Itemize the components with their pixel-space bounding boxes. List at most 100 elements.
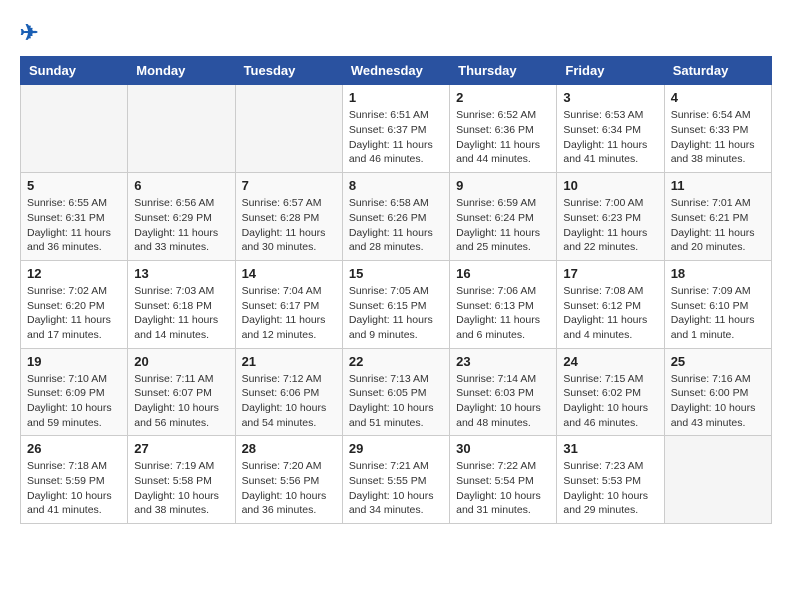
calendar-cell: 2 Sunrise: 6:52 AM Sunset: 6:36 PM Daylig… [450, 85, 557, 173]
day-number: 7 [242, 178, 336, 193]
calendar-cell: 30 Sunrise: 7:22 AM Sunset: 5:54 PM Dayli… [450, 436, 557, 524]
calendar-cell: 31 Sunrise: 7:23 AM Sunset: 5:53 PM Dayli… [557, 436, 664, 524]
calendar-cell: 23Sunrise: 7:14 AM Sunset: 6:03 PM Dayli… [450, 348, 557, 436]
day-info: Sunrise: 7:21 AM Sunset: 5:55 PM Dayligh… [349, 459, 443, 518]
calendar-week-row: 26 Sunrise: 7:18 AM Sunset: 5:59 PM Dayli… [21, 436, 772, 524]
day-number: 5 [27, 178, 121, 193]
calendar-cell: 25 Sunrise: 7:16 AM Sunset: 6:00 PM Dayli… [664, 348, 771, 436]
day-number: 18 [671, 266, 765, 281]
day-info: Sunrise: 7:00 AM Sunset: 6:23 PM Dayligh… [563, 196, 657, 255]
day-header-friday: Friday [557, 57, 664, 85]
day-number: 15 [349, 266, 443, 281]
day-number: 13 [134, 266, 228, 281]
calendar-table: SundayMondayTuesdayWednesdayThursdayFrid… [20, 56, 772, 524]
calendar-cell: 12Sunrise: 7:02 AM Sunset: 6:20 PM Dayli… [21, 260, 128, 348]
day-info: Sunrise: 6:59 AM Sunset: 6:24 PM Dayligh… [456, 196, 550, 255]
day-number: 28 [242, 441, 336, 456]
day-number: 23 [456, 354, 550, 369]
day-number: 3 [563, 90, 657, 105]
day-info: Sunrise: 7:15 AM Sunset: 6:02 PM Dayligh… [563, 372, 657, 431]
calendar-cell: 15Sunrise: 7:05 AM Sunset: 6:15 PM Dayli… [342, 260, 449, 348]
day-header-tuesday: Tuesday [235, 57, 342, 85]
day-info: Sunrise: 7:04 AM Sunset: 6:17 PM Dayligh… [242, 284, 336, 343]
day-info: Sunrise: 7:08 AM Sunset: 6:12 PM Dayligh… [563, 284, 657, 343]
day-header-saturday: Saturday [664, 57, 771, 85]
day-number: 9 [456, 178, 550, 193]
calendar-cell: 14 Sunrise: 7:04 AM Sunset: 6:17 PM Dayli… [235, 260, 342, 348]
day-number: 20 [134, 354, 228, 369]
logo: ✈ [20, 20, 38, 46]
calendar-cell [128, 85, 235, 173]
day-info: Sunrise: 7:06 AM Sunset: 6:13 PM Dayligh… [456, 284, 550, 343]
day-number: 17 [563, 266, 657, 281]
day-number: 31 [563, 441, 657, 456]
day-info: Sunrise: 6:58 AM Sunset: 6:26 PM Dayligh… [349, 196, 443, 255]
day-info: Sunrise: 6:54 AM Sunset: 6:33 PM Dayligh… [671, 108, 765, 167]
calendar-cell: 11Sunrise: 7:01 AM Sunset: 6:21 PM Dayli… [664, 173, 771, 261]
day-number: 29 [349, 441, 443, 456]
day-info: Sunrise: 6:56 AM Sunset: 6:29 PM Dayligh… [134, 196, 228, 255]
day-info: Sunrise: 7:13 AM Sunset: 6:05 PM Dayligh… [349, 372, 443, 431]
calendar-cell: 5 Sunrise: 6:55 AM Sunset: 6:31 PM Daylig… [21, 173, 128, 261]
day-number: 1 [349, 90, 443, 105]
day-info: Sunrise: 7:22 AM Sunset: 5:54 PM Dayligh… [456, 459, 550, 518]
day-number: 4 [671, 90, 765, 105]
day-number: 25 [671, 354, 765, 369]
day-info: Sunrise: 7:09 AM Sunset: 6:10 PM Dayligh… [671, 284, 765, 343]
calendar-cell: 27 Sunrise: 7:19 AM Sunset: 5:58 PM Dayli… [128, 436, 235, 524]
calendar-cell: 7 Sunrise: 6:57 AM Sunset: 6:28 PM Daylig… [235, 173, 342, 261]
day-number: 8 [349, 178, 443, 193]
calendar-cell: 8 Sunrise: 6:58 AM Sunset: 6:26 PM Daylig… [342, 173, 449, 261]
calendar-cell: 6Sunrise: 6:56 AM Sunset: 6:29 PM Daylig… [128, 173, 235, 261]
day-number: 24 [563, 354, 657, 369]
calendar-cell: 4 Sunrise: 6:54 AM Sunset: 6:33 PM Daylig… [664, 85, 771, 173]
day-info: Sunrise: 7:03 AM Sunset: 6:18 PM Dayligh… [134, 284, 228, 343]
calendar-cell: 28 Sunrise: 7:20 AM Sunset: 5:56 PM Dayli… [235, 436, 342, 524]
day-number: 12 [27, 266, 121, 281]
day-number: 11 [671, 178, 765, 193]
calendar-cell: 3Sunrise: 6:53 AM Sunset: 6:34 PM Daylig… [557, 85, 664, 173]
day-number: 30 [456, 441, 550, 456]
day-info: Sunrise: 7:12 AM Sunset: 6:06 PM Dayligh… [242, 372, 336, 431]
day-number: 26 [27, 441, 121, 456]
calendar-cell: 10 Sunrise: 7:00 AM Sunset: 6:23 PM Dayli… [557, 173, 664, 261]
calendar-cell: 16 Sunrise: 7:06 AM Sunset: 6:13 PM Dayli… [450, 260, 557, 348]
day-info: Sunrise: 7:16 AM Sunset: 6:00 PM Dayligh… [671, 372, 765, 431]
page-header: ✈ [20, 20, 772, 46]
calendar-cell: 13 Sunrise: 7:03 AM Sunset: 6:18 PM Dayli… [128, 260, 235, 348]
calendar-week-row: 12Sunrise: 7:02 AM Sunset: 6:20 PM Dayli… [21, 260, 772, 348]
day-info: Sunrise: 7:19 AM Sunset: 5:58 PM Dayligh… [134, 459, 228, 518]
calendar-cell: 18 Sunrise: 7:09 AM Sunset: 6:10 PM Dayli… [664, 260, 771, 348]
day-number: 16 [456, 266, 550, 281]
day-number: 14 [242, 266, 336, 281]
calendar-week-row: 5 Sunrise: 6:55 AM Sunset: 6:31 PM Daylig… [21, 173, 772, 261]
calendar-header-row: SundayMondayTuesdayWednesdayThursdayFrid… [21, 57, 772, 85]
calendar-cell: 1 Sunrise: 6:51 AM Sunset: 6:37 PM Daylig… [342, 85, 449, 173]
day-info: Sunrise: 7:20 AM Sunset: 5:56 PM Dayligh… [242, 459, 336, 518]
calendar-cell: 17 Sunrise: 7:08 AM Sunset: 6:12 PM Dayli… [557, 260, 664, 348]
day-number: 2 [456, 90, 550, 105]
day-number: 21 [242, 354, 336, 369]
day-number: 22 [349, 354, 443, 369]
calendar-cell: 20Sunrise: 7:11 AM Sunset: 6:07 PM Dayli… [128, 348, 235, 436]
day-info: Sunrise: 7:18 AM Sunset: 5:59 PM Dayligh… [27, 459, 121, 518]
day-number: 10 [563, 178, 657, 193]
calendar-cell [235, 85, 342, 173]
day-header-wednesday: Wednesday [342, 57, 449, 85]
day-header-monday: Monday [128, 57, 235, 85]
day-header-thursday: Thursday [450, 57, 557, 85]
calendar-cell: 19Sunrise: 7:10 AM Sunset: 6:09 PM Dayli… [21, 348, 128, 436]
calendar-cell: 21 Sunrise: 7:12 AM Sunset: 6:06 PM Dayli… [235, 348, 342, 436]
day-number: 27 [134, 441, 228, 456]
day-info: Sunrise: 6:51 AM Sunset: 6:37 PM Dayligh… [349, 108, 443, 167]
calendar-cell: 22 Sunrise: 7:13 AM Sunset: 6:05 PM Dayli… [342, 348, 449, 436]
day-number: 19 [27, 354, 121, 369]
calendar-cell: 26 Sunrise: 7:18 AM Sunset: 5:59 PM Dayli… [21, 436, 128, 524]
day-info: Sunrise: 6:57 AM Sunset: 6:28 PM Dayligh… [242, 196, 336, 255]
day-header-sunday: Sunday [21, 57, 128, 85]
day-info: Sunrise: 6:52 AM Sunset: 6:36 PM Dayligh… [456, 108, 550, 167]
day-info: Sunrise: 6:55 AM Sunset: 6:31 PM Dayligh… [27, 196, 121, 255]
day-info: Sunrise: 7:23 AM Sunset: 5:53 PM Dayligh… [563, 459, 657, 518]
calendar-cell [21, 85, 128, 173]
calendar-cell: 9 Sunrise: 6:59 AM Sunset: 6:24 PM Daylig… [450, 173, 557, 261]
